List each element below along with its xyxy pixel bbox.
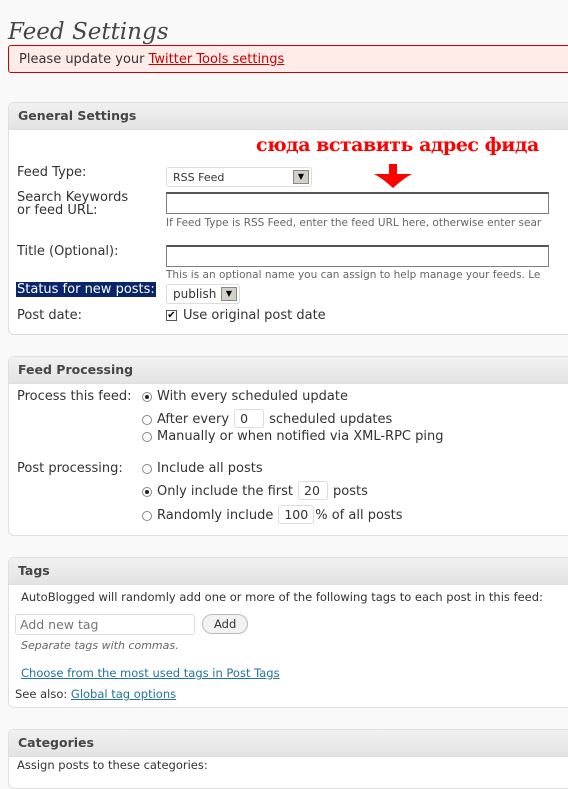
annotation-text: сюда вставить адрес фида: [256, 134, 539, 156]
add-tag-button[interactable]: Add: [202, 614, 249, 634]
feed-type-value: RSS Feed: [173, 171, 225, 184]
opt-random-prefix: Randomly include: [157, 508, 274, 523]
radio-manual[interactable]: [142, 431, 152, 442]
feed-type-select[interactable]: RSS Feed ▼: [166, 167, 312, 187]
tags-description: AutoBlogged will randomly add one or mor…: [21, 590, 543, 604]
categories-heading: Categories: [9, 730, 568, 757]
post-processing-label: Post processing:: [17, 461, 123, 476]
search-label: Search Keywords or feed URL:: [17, 191, 128, 217]
opt-include-all[interactable]: Include all posts: [142, 461, 263, 476]
opt-after-prefix: After every: [157, 412, 230, 427]
update-notice: Please update your Twitter Tools setting…: [8, 45, 568, 73]
opt-manual-label: Manually or when notified via XML-RPC pi…: [157, 429, 444, 444]
tags-hint: Separate tags with commas.: [21, 639, 179, 652]
see-also: See also: Global tag options: [15, 687, 176, 701]
post-date-label: Post date:: [17, 308, 83, 323]
feed-processing-heading: Feed Processing: [9, 357, 568, 384]
title-input[interactable]: [166, 245, 549, 267]
status-select[interactable]: publish ▼: [166, 284, 240, 304]
general-settings-heading: General Settings: [9, 103, 568, 130]
radio-include-all[interactable]: [142, 463, 152, 474]
status-label: Status for new posts:: [16, 282, 156, 297]
radio-after-every[interactable]: [142, 414, 152, 425]
use-original-date-checkbox[interactable]: ✔: [166, 310, 177, 321]
tags-heading: Tags: [9, 558, 568, 585]
radio-first-n[interactable]: [142, 486, 152, 497]
new-tag-input[interactable]: [15, 614, 195, 635]
feed-url-input[interactable]: [166, 192, 549, 214]
radio-every-update[interactable]: [142, 391, 152, 402]
see-also-label: See also:: [15, 687, 71, 701]
feed-url-hint: If Feed Type is RSS Feed, enter the feed…: [166, 217, 542, 229]
opt-manual[interactable]: Manually or when notified via XML-RPC pi…: [142, 429, 444, 444]
title-label: Title (Optional):: [17, 244, 119, 259]
opt-first-prefix: Only include the first: [157, 484, 294, 499]
categories-description: Assign posts to these categories:: [17, 758, 208, 772]
opt-every-update[interactable]: With every scheduled update: [142, 389, 348, 404]
opt-all-label: Include all posts: [157, 461, 263, 476]
choose-most-used-tags-link[interactable]: Choose from the most used tags in Post T…: [21, 666, 280, 680]
title-hint: This is an optional name you can assign …: [166, 269, 541, 281]
post-date-option-label: Use original post date: [183, 308, 326, 323]
after-every-input[interactable]: 0: [234, 409, 265, 428]
feed-type-label: Feed Type:: [17, 165, 87, 180]
process-label: Process this feed:: [17, 389, 132, 404]
chevron-down-icon: ▼: [221, 287, 237, 301]
opt-every-label: With every scheduled update: [157, 389, 348, 404]
page-title: Feed Settings: [8, 19, 169, 46]
opt-first-suffix: posts: [333, 484, 368, 499]
opt-after-suffix: scheduled updates: [269, 412, 393, 427]
opt-after-every[interactable]: After every 0 scheduled updates: [142, 409, 392, 428]
search-label-line2: or feed URL:: [17, 203, 98, 218]
random-percent-input[interactable]: 100: [278, 505, 315, 524]
global-tag-options-link[interactable]: Global tag options: [71, 687, 176, 701]
status-value: publish: [173, 287, 217, 301]
opt-random[interactable]: Randomly include 100% of all posts: [142, 505, 403, 524]
red-arrow-icon: [374, 164, 412, 188]
first-n-input[interactable]: 20: [298, 481, 329, 500]
notice-text: Please update your: [19, 52, 149, 67]
chevron-down-icon: ▼: [293, 170, 309, 184]
radio-random[interactable]: [142, 510, 152, 521]
opt-first-n[interactable]: Only include the first 20 posts: [142, 481, 368, 500]
post-date-option[interactable]: ✔ Use original post date: [166, 308, 326, 323]
opt-random-suffix: % of all posts: [315, 508, 403, 523]
twitter-tools-settings-link[interactable]: Twitter Tools settings: [149, 52, 285, 67]
